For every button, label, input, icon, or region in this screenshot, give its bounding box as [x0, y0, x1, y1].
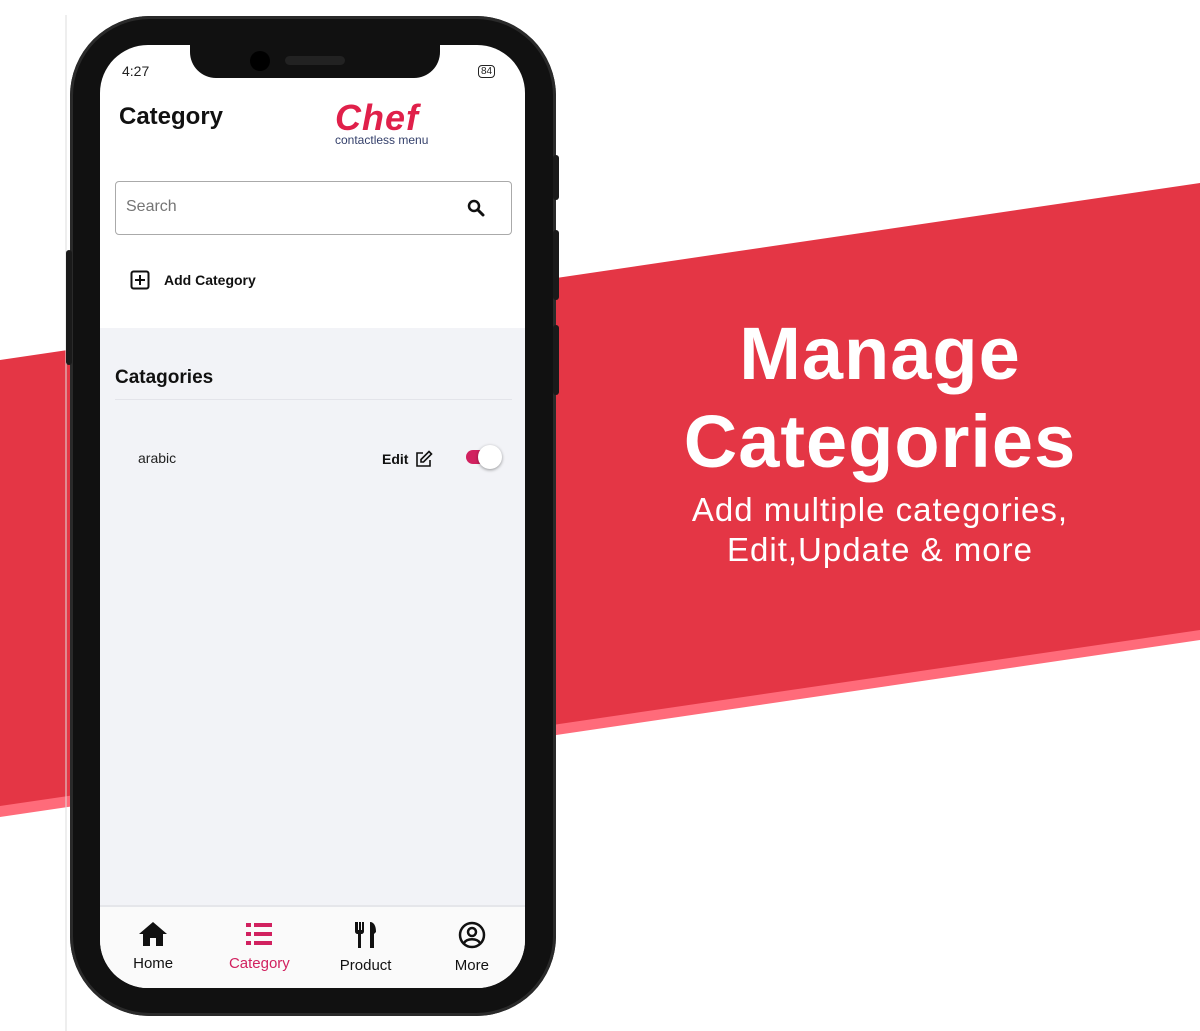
- nav-category[interactable]: Category: [206, 907, 312, 988]
- phone-side-button: [553, 325, 559, 395]
- camera: [250, 51, 270, 71]
- categories-panel: [100, 328, 525, 908]
- divider: [115, 399, 512, 400]
- bottom-nav: Home Category Product More: [100, 905, 525, 988]
- search-field[interactable]: [115, 181, 512, 235]
- search-icon[interactable]: [467, 199, 485, 217]
- phone-side-button: [553, 230, 559, 300]
- edit-button[interactable]: Edit: [382, 450, 434, 468]
- phone-side-button: [66, 250, 72, 365]
- promo-headline: Manage Categories: [683, 312, 1077, 483]
- category-name: arabic: [138, 450, 177, 466]
- plus-square-icon: [130, 270, 150, 290]
- category-toggle[interactable]: [466, 445, 502, 469]
- home-icon: [139, 922, 168, 946]
- speaker: [285, 56, 345, 65]
- nav-product[interactable]: Product: [313, 907, 419, 988]
- page-title: Category: [119, 103, 224, 130]
- list-icon: [246, 923, 273, 945]
- phone-side-button: [553, 155, 559, 200]
- utensils-icon: [354, 922, 376, 948]
- section-title: Catagories: [115, 367, 214, 388]
- status-time: 4:27: [122, 63, 150, 79]
- nav-more[interactable]: More: [419, 907, 525, 988]
- edit-icon: [416, 450, 434, 467]
- promo-subtitle: Add multiple categories, Edit,Update & mo…: [691, 491, 1069, 568]
- chef-logo: Chef contactless menu: [335, 97, 429, 147]
- user-circle-icon: [458, 921, 486, 949]
- battery-indicator: 84: [478, 65, 496, 78]
- app-screen: 4:27 84 Category Chefcontactless menu Ad…: [100, 45, 525, 988]
- search-input[interactable]: [126, 198, 426, 216]
- add-category-button[interactable]: Add Category: [130, 270, 256, 290]
- nav-home[interactable]: Home: [100, 907, 206, 988]
- add-category-label: Add Category: [164, 272, 256, 288]
